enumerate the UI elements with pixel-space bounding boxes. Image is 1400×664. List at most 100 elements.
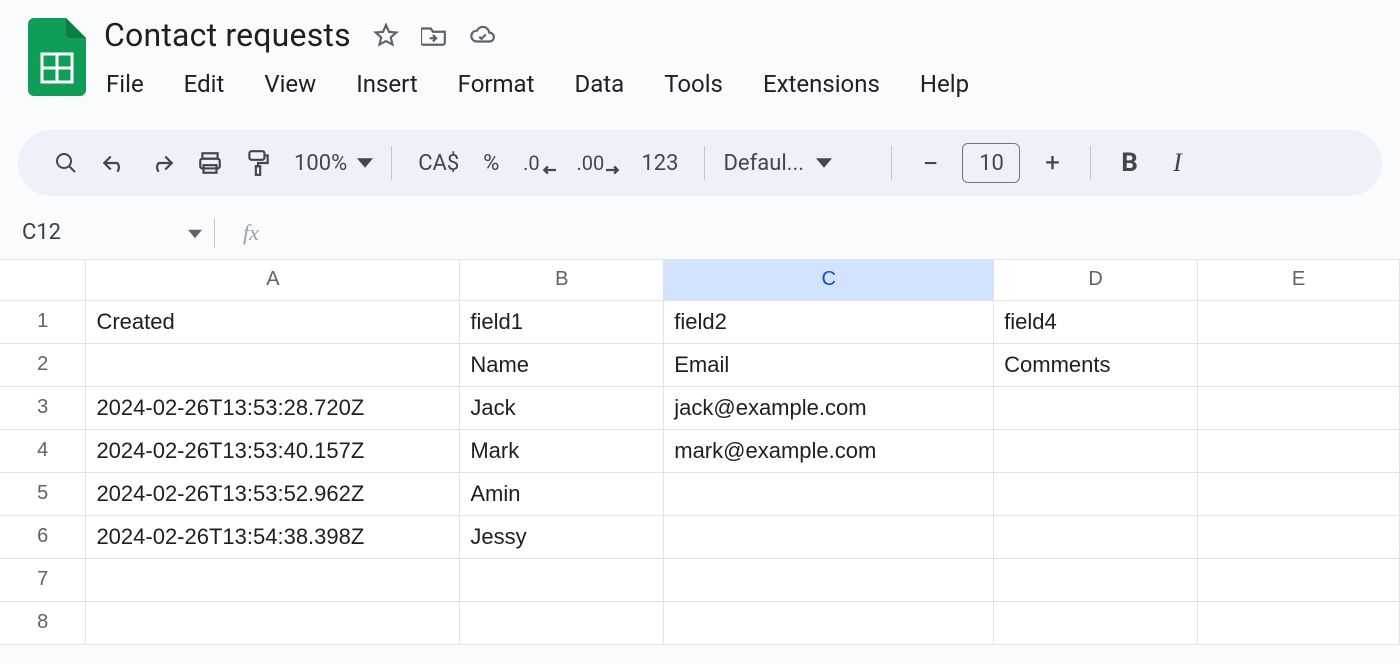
menu-view[interactable]: View — [262, 66, 318, 102]
cell[interactable] — [460, 601, 664, 644]
cell[interactable]: Comments — [994, 343, 1198, 386]
font-size-input[interactable]: 10 — [962, 143, 1020, 183]
cell[interactable] — [86, 558, 460, 601]
menu-bar: File Edit View Insert Format Data Tools … — [104, 66, 1382, 102]
menu-tools[interactable]: Tools — [662, 66, 725, 102]
decrease-fontsize-button[interactable]: − — [910, 143, 950, 183]
cell[interactable]: Name — [460, 343, 664, 386]
cell[interactable] — [664, 472, 994, 515]
cell[interactable] — [86, 343, 460, 386]
increase-decimal-icon[interactable]: .00 — [571, 143, 625, 183]
row-header[interactable]: 4 — [0, 429, 86, 472]
cell[interactable]: 2024-02-26T13:53:28.720Z — [86, 386, 460, 429]
cell[interactable] — [1198, 472, 1400, 515]
bold-button[interactable]: B — [1109, 143, 1149, 183]
row-header[interactable]: 3 — [0, 386, 86, 429]
cell[interactable] — [1198, 386, 1400, 429]
decrease-decimal-icon[interactable]: .0 — [515, 143, 563, 183]
column-header[interactable]: D — [994, 260, 1198, 300]
menu-extensions[interactable]: Extensions — [761, 66, 882, 102]
cell[interactable] — [1198, 300, 1400, 343]
cell[interactable]: 2024-02-26T13:54:38.398Z — [86, 515, 460, 558]
select-all-corner[interactable] — [0, 260, 86, 300]
undo-icon[interactable] — [94, 143, 134, 183]
title-row: Contact requests — [104, 10, 1382, 60]
menu-file[interactable]: File — [104, 66, 146, 102]
redo-icon[interactable] — [142, 143, 182, 183]
cell[interactable] — [1198, 515, 1400, 558]
column-header[interactable]: C — [664, 260, 994, 300]
menu-format[interactable]: Format — [456, 66, 537, 102]
paint-format-icon[interactable] — [238, 143, 278, 183]
cell[interactable]: Jessy — [460, 515, 664, 558]
increase-fontsize-button[interactable]: + — [1032, 143, 1072, 183]
cell[interactable]: 2024-02-26T13:53:40.157Z — [86, 429, 460, 472]
cell[interactable] — [994, 472, 1198, 515]
font-select[interactable]: Defaul... — [723, 151, 873, 176]
menu-insert[interactable]: Insert — [354, 66, 419, 102]
toolbar: 100% CA$ % .0 .00 123 Defaul... − 10 + B… — [18, 130, 1382, 196]
menu-edit[interactable]: Edit — [182, 66, 227, 102]
row-header[interactable]: 5 — [0, 472, 86, 515]
chevron-down-icon — [357, 155, 373, 171]
cell[interactable]: field4 — [994, 300, 1198, 343]
cell[interactable] — [1198, 343, 1400, 386]
cell[interactable] — [994, 558, 1198, 601]
cell[interactable] — [1198, 601, 1400, 644]
fx-icon: fx — [243, 220, 259, 246]
cell[interactable]: Created — [86, 300, 460, 343]
row-header[interactable]: 2 — [0, 343, 86, 386]
toolbar-separator — [1090, 146, 1091, 180]
cell[interactable]: field1 — [460, 300, 664, 343]
spreadsheet-grid[interactable]: ABCDE 1Createdfield1field2field4 2 NameEmai… — [0, 260, 1400, 645]
cell[interactable] — [460, 558, 664, 601]
cell[interactable] — [994, 601, 1198, 644]
cell[interactable]: Mark — [460, 429, 664, 472]
row-header[interactable]: 8 — [0, 601, 86, 644]
cell[interactable]: Email — [664, 343, 994, 386]
cell[interactable]: mark@example.com — [664, 429, 994, 472]
titlebar: Contact requests File Edit View Insert F… — [0, 0, 1400, 114]
column-header[interactable]: E — [1198, 260, 1400, 300]
column-header[interactable]: B — [460, 260, 664, 300]
cell[interactable]: jack@example.com — [664, 386, 994, 429]
cell[interactable] — [664, 601, 994, 644]
document-title[interactable]: Contact requests — [104, 16, 351, 54]
cell[interactable] — [994, 386, 1198, 429]
toolbar-separator — [891, 146, 892, 180]
zoom-value: 100% — [286, 151, 355, 176]
cell[interactable] — [1198, 429, 1400, 472]
row-header[interactable]: 7 — [0, 558, 86, 601]
name-box-value: C12 — [22, 220, 61, 245]
cell[interactable]: field2 — [664, 300, 994, 343]
menu-help[interactable]: Help — [918, 66, 971, 102]
star-icon[interactable] — [373, 22, 399, 48]
toolbar-container: 100% CA$ % .0 .00 123 Defaul... − 10 + B… — [0, 114, 1400, 206]
cell[interactable]: Jack — [460, 386, 664, 429]
name-box[interactable]: C12 — [22, 220, 202, 245]
toolbar-separator — [391, 146, 392, 180]
cell[interactable]: Amin — [460, 472, 664, 515]
currency-button[interactable]: CA$ — [410, 151, 467, 176]
percent-button[interactable]: % — [475, 151, 507, 176]
search-icon[interactable] — [46, 143, 86, 183]
cell[interactable] — [1198, 558, 1400, 601]
number-format-button[interactable]: 123 — [633, 151, 686, 176]
italic-button[interactable]: I — [1157, 143, 1197, 183]
cell[interactable]: 2024-02-26T13:53:52.962Z — [86, 472, 460, 515]
cell[interactable] — [86, 601, 460, 644]
row-header[interactable]: 1 — [0, 300, 86, 343]
move-folder-icon[interactable] — [421, 22, 447, 48]
cloud-saved-icon[interactable] — [469, 22, 495, 48]
print-icon[interactable] — [190, 143, 230, 183]
cell[interactable] — [664, 558, 994, 601]
cell[interactable] — [664, 515, 994, 558]
menu-data[interactable]: Data — [572, 66, 626, 102]
column-header[interactable]: A — [86, 260, 460, 300]
zoom-select[interactable]: 100% — [286, 151, 373, 176]
sheets-logo-icon[interactable] — [28, 18, 86, 96]
cell[interactable] — [994, 429, 1198, 472]
cell[interactable] — [994, 515, 1198, 558]
chevron-down-icon — [816, 155, 832, 171]
row-header[interactable]: 6 — [0, 515, 86, 558]
